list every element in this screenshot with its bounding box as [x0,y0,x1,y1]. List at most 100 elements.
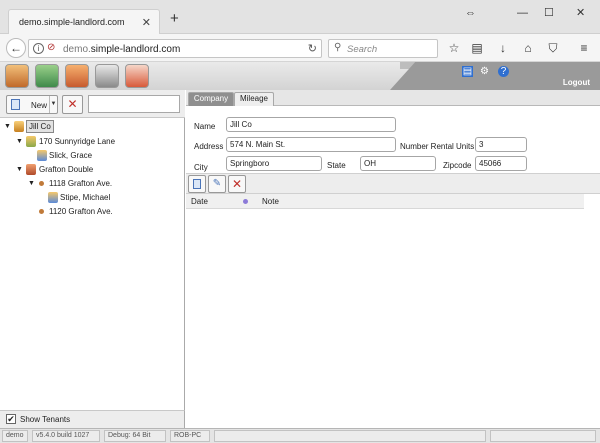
tree-item-1120-grafton[interactable]: 1120 Grafton Ave. [0,205,184,218]
left-footer: ✔ Show Tenants [0,410,185,428]
gear-icon[interactable]: ⚙ [479,66,490,77]
rental-units-label: Number Rental Units [400,142,475,151]
documents-icon[interactable]: ▤ [462,66,473,77]
status-progress [490,430,596,442]
delete-x-icon: ✕ [231,177,243,191]
grid-body [186,209,584,428]
column-header-note[interactable]: Note [262,197,279,206]
tree-item-jill-co[interactable]: ▼ Jill Co [0,120,184,133]
tenant-icon [48,192,58,203]
building-icon [26,164,36,175]
new-entry-button[interactable] [188,175,206,193]
grid-header: Date Note [186,194,584,209]
status-spacer [214,430,486,442]
chevron-down-icon[interactable]: ▼ [49,96,57,113]
left-toolbar: New ▼ ✕ [0,90,185,118]
close-window-icon[interactable]: ✕ [576,8,585,19]
address-field[interactable] [226,137,396,152]
expand-arrow-icon[interactable]: ▼ [4,120,12,133]
tree-item-label: 1120 Grafton Ave. [49,207,113,216]
show-tenants-label[interactable]: Show Tenants [20,415,70,424]
tree-item-grafton-double[interactable]: ▼ Grafton Double [0,163,184,176]
reload-icon[interactable]: ↻ [308,42,317,55]
browser-tab-strip: demo.simple-landlord.com ✕ + ⇔ — ☐ ✕ [0,0,600,34]
pocket-icon[interactable]: ⛉ [546,41,560,55]
rental-units-field[interactable] [475,137,527,152]
tab-company[interactable]: Company [188,92,234,106]
logout-link[interactable]: Logout [563,78,590,87]
browser-nav-bar: ← i ⊘ demo.simple-landlord.com ↻ ⚲ Searc… [0,34,600,62]
left-panel: New ▼ ✕ ▼ Jill Co ▼ 170 Sunnyridge Lane … [0,90,185,428]
new-document-icon [193,179,201,189]
name-label: Name [194,122,216,131]
tree-item-label: Jill Co [26,120,54,133]
tree-item-sunnyridge[interactable]: ▼ 170 Sunnyridge Lane [0,135,184,148]
browser-tab-title: demo.simple-landlord.com [19,17,125,27]
tree-item-label: 170 Sunnyridge Lane [39,137,116,146]
info-icon[interactable]: i [33,43,44,54]
delete-button[interactable]: ✕ [62,95,83,114]
insecure-icon[interactable]: ⊘ [47,43,55,53]
city-label: City [194,163,208,172]
new-button[interactable]: New ▼ [6,95,58,114]
status-version: v5.4.0 build 1027 [32,430,100,442]
settings-robot-icon[interactable] [95,64,119,88]
state-label: State [327,161,346,170]
expand-arrow-icon[interactable]: ▼ [28,177,36,190]
star-icon[interactable]: ☆ [447,41,461,55]
url-text[interactable]: demo.simple-landlord.com [63,44,180,55]
column-header-date[interactable]: Date [191,197,208,206]
tree-item-label: Stipe, Michael [60,193,111,202]
reports-icon[interactable] [125,64,149,88]
right-panel: Company Mileage Name Address Number Rent… [186,90,600,428]
minimize-icon[interactable]: — [517,8,528,19]
edit-button[interactable]: ✎ [208,175,226,193]
detail-tab-bar: Company Mileage [186,90,600,106]
properties-icon[interactable] [5,64,29,88]
menu-icon[interactable]: ≡ [577,41,591,55]
tree-item-1118-grafton[interactable]: ▼ 1118 Grafton Ave. [0,177,184,190]
status-machine: ROB-PC [170,430,210,442]
new-tab-button[interactable]: + [170,11,179,26]
tree-search-input[interactable] [88,95,180,113]
name-field[interactable] [226,117,396,132]
note-indicator-icon [243,199,248,204]
tenants-icon[interactable] [35,64,59,88]
browser-tab[interactable]: demo.simple-landlord.com ✕ [8,9,160,34]
expand-arrow-icon[interactable]: ▼ [16,135,24,148]
tree-item-label: Slick, Grace [49,151,93,160]
home-icon[interactable]: ⌂ [521,41,535,55]
state-field[interactable] [360,156,436,171]
new-document-icon [11,99,20,110]
status-user: demo [2,430,28,442]
zipcode-field[interactable] [475,156,527,171]
tree-item-tenant-slick[interactable]: Slick, Grace [0,149,184,162]
back-icon[interactable]: ← [6,38,26,58]
tree-item-label: Grafton Double [39,165,94,174]
close-tab-icon[interactable]: ✕ [142,16,151,29]
reading-list-icon[interactable]: ▤ [470,41,484,55]
help-icon[interactable]: ? [498,66,509,77]
resize-arrows-icon: ⇔ [465,7,476,19]
download-icon[interactable]: ↓ [496,41,510,55]
maximize-icon[interactable]: ☐ [544,8,554,19]
delete-x-icon: ✕ [67,97,78,111]
tab-mileage[interactable]: Mileage [234,92,274,106]
delete-entry-button[interactable]: ✕ [228,175,246,193]
pencil-icon: ✎ [212,178,222,189]
expand-arrow-icon[interactable]: ▼ [16,163,24,176]
search-bar[interactable]: ⚲ Search [328,39,438,58]
status-debug: Debug: 64 Bit [104,430,166,442]
tenant-icon [37,150,47,161]
mileage-toolbar: ✎ ✕ [186,173,600,194]
status-bar: demo v5.4.0 build 1027 Debug: 64 Bit ROB… [0,428,600,443]
tree-item-tenant-stipe[interactable]: Stipe, Michael [0,191,184,204]
house-icon [26,136,36,147]
new-button-label: New [31,101,48,110]
unit-dot-icon [39,181,44,186]
show-tenants-checkbox[interactable]: ✔ [6,414,16,424]
company-icon [14,121,24,132]
url-bar[interactable]: i ⊘ demo.simple-landlord.com ↻ [28,39,322,58]
help-people-icon[interactable] [65,64,89,88]
city-field[interactable] [226,156,322,171]
